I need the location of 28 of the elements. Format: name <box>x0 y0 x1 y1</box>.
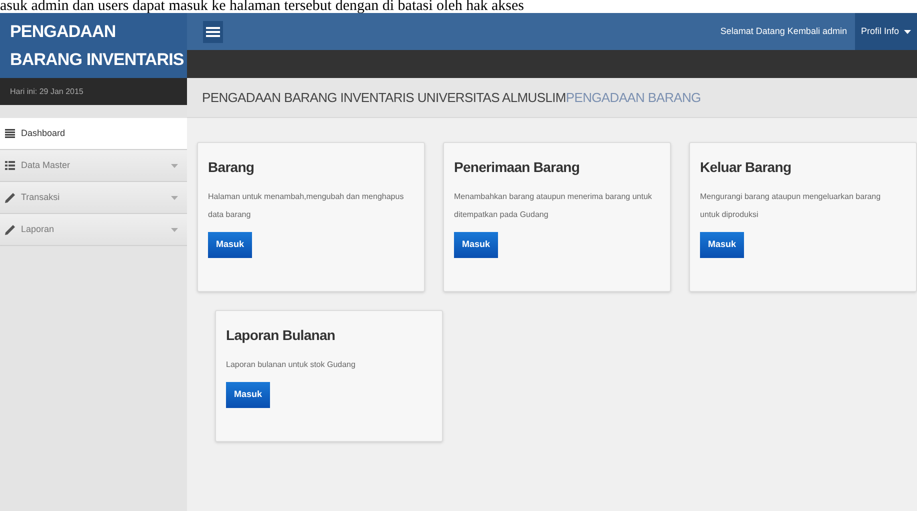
enter-button[interactable]: Masuk <box>454 232 498 258</box>
card-title: Penerimaan Barang <box>454 158 581 177</box>
enter-button[interactable]: Masuk <box>226 382 270 408</box>
enter-button[interactable]: Masuk <box>208 232 252 258</box>
sidebar-item[interactable]: Dashboard <box>0 118 187 150</box>
caret-icon <box>904 30 911 34</box>
card-description: Halaman untuk menambah,mengubah dan menghapus data barang <box>208 191 405 221</box>
enter-button[interactable]: Masuk <box>700 232 744 258</box>
card-title: Laporan Bulanan <box>226 326 336 345</box>
welcome-text: Selamat Datang Kembali admin <box>720 24 847 38</box>
pencil-icon <box>5 224 15 234</box>
page-title: PENGADAAN BARANG INVENTARIS UNIVERSITAS ALMUSLIM <box>202 88 566 107</box>
card-description: Menambahkan barang ataupun menerima barang untuk ditempatkan pada Gudang <box>454 191 653 221</box>
lines-icon <box>5 129 15 138</box>
card-title: Barang <box>208 158 256 177</box>
pencil-icon <box>5 192 15 202</box>
menu-icon <box>206 26 220 38</box>
card-title: Keluar Barang <box>700 158 792 177</box>
brand-title: PENGADAAN BARANG INVENTARIS <box>10 21 185 71</box>
profile-button[interactable]: Profil Info <box>854 13 917 50</box>
card-description: Mengurangi barang ataupun mengeluarkan barang untuk diproduksi <box>700 191 882 221</box>
list-icon <box>5 161 15 170</box>
date-text: Hari ini: 29 Jan 2015 <box>10 86 84 98</box>
menu-button[interactable] <box>203 20 223 42</box>
sidebar-item[interactable]: Data Master <box>0 150 187 182</box>
sidebar-item[interactable]: Laporan <box>0 214 187 246</box>
sidebar-item[interactable]: Transaksi <box>0 182 187 214</box>
card-description: Laporan bulanan untuk stok Gudang <box>226 359 356 371</box>
